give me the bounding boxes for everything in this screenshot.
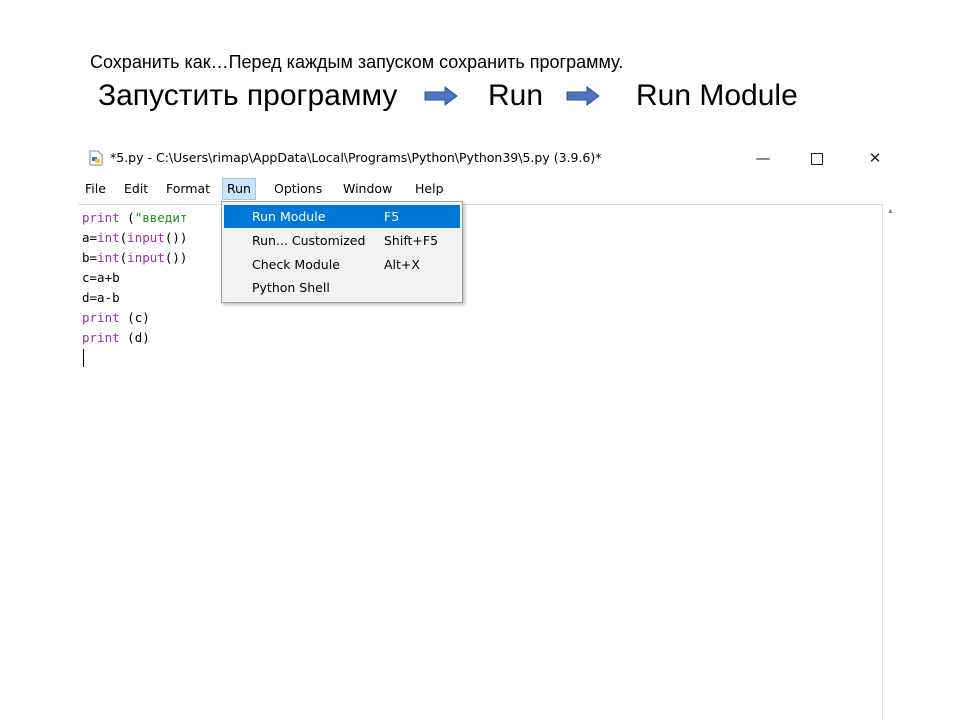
- arrow-right-icon: [424, 86, 458, 106]
- close-button[interactable]: ✕: [858, 146, 892, 170]
- menu-item-run-module[interactable]: Run Module F5: [224, 205, 460, 228]
- menu-edit[interactable]: Edit: [120, 178, 152, 200]
- code-line: c=a+b: [82, 270, 120, 285]
- title-bar[interactable]: *5.py - C:\Users\rimap\AppData\Local\Pro…: [78, 142, 898, 174]
- menu-options[interactable]: Options: [270, 178, 326, 200]
- menu-item-run-customized[interactable]: Run... Customized Shift+F5: [224, 229, 460, 252]
- menu-bar: File Edit Format Run Options Window Help: [78, 178, 898, 200]
- menu-item-check-module[interactable]: Check Module Alt+X: [224, 253, 460, 276]
- code-line: b=int(input()): [82, 250, 188, 265]
- maximize-icon: [811, 153, 823, 165]
- slide-note: Сохранить как…Перед каждым запуском сохр…: [90, 52, 624, 72]
- code-line: print (c): [82, 310, 150, 325]
- code-line: print ("введит: [82, 210, 188, 225]
- step-run-program: Запустить программу: [98, 79, 398, 112]
- minimize-button[interactable]: —: [746, 146, 780, 170]
- menu-format[interactable]: Format: [162, 178, 214, 200]
- window-title: *5.py - C:\Users\rimap\AppData\Local\Pro…: [110, 150, 602, 165]
- scroll-up-icon[interactable]: ▲: [887, 208, 894, 215]
- code-line: d=a-b: [82, 290, 120, 305]
- step-run-module: Run Module: [636, 79, 798, 112]
- menu-window[interactable]: Window: [339, 178, 396, 200]
- idle-editor-window: *5.py - C:\Users\rimap\AppData\Local\Pro…: [78, 142, 898, 720]
- step-run: Run: [488, 79, 544, 112]
- python-file-icon: [89, 150, 103, 166]
- arrow-right-icon: [566, 86, 600, 106]
- code-line: print (d): [82, 330, 150, 345]
- menu-help[interactable]: Help: [411, 178, 448, 200]
- menu-run[interactable]: Run: [222, 178, 256, 200]
- menu-file[interactable]: File: [81, 178, 110, 200]
- run-menu-dropdown: Run Module F5 Run... Customized Shift+F5…: [221, 201, 463, 303]
- code-editor[interactable]: print ("введит a=int(input()) b=int(inpu…: [78, 204, 882, 721]
- maximize-button[interactable]: [800, 146, 834, 170]
- code-line: a=int(input()): [82, 230, 188, 245]
- text-caret: [83, 349, 84, 367]
- menu-item-python-shell[interactable]: Python Shell: [224, 276, 460, 299]
- slide-steps: Запустить программу Run Run Module: [98, 76, 858, 116]
- vertical-scrollbar[interactable]: ▲: [882, 204, 897, 720]
